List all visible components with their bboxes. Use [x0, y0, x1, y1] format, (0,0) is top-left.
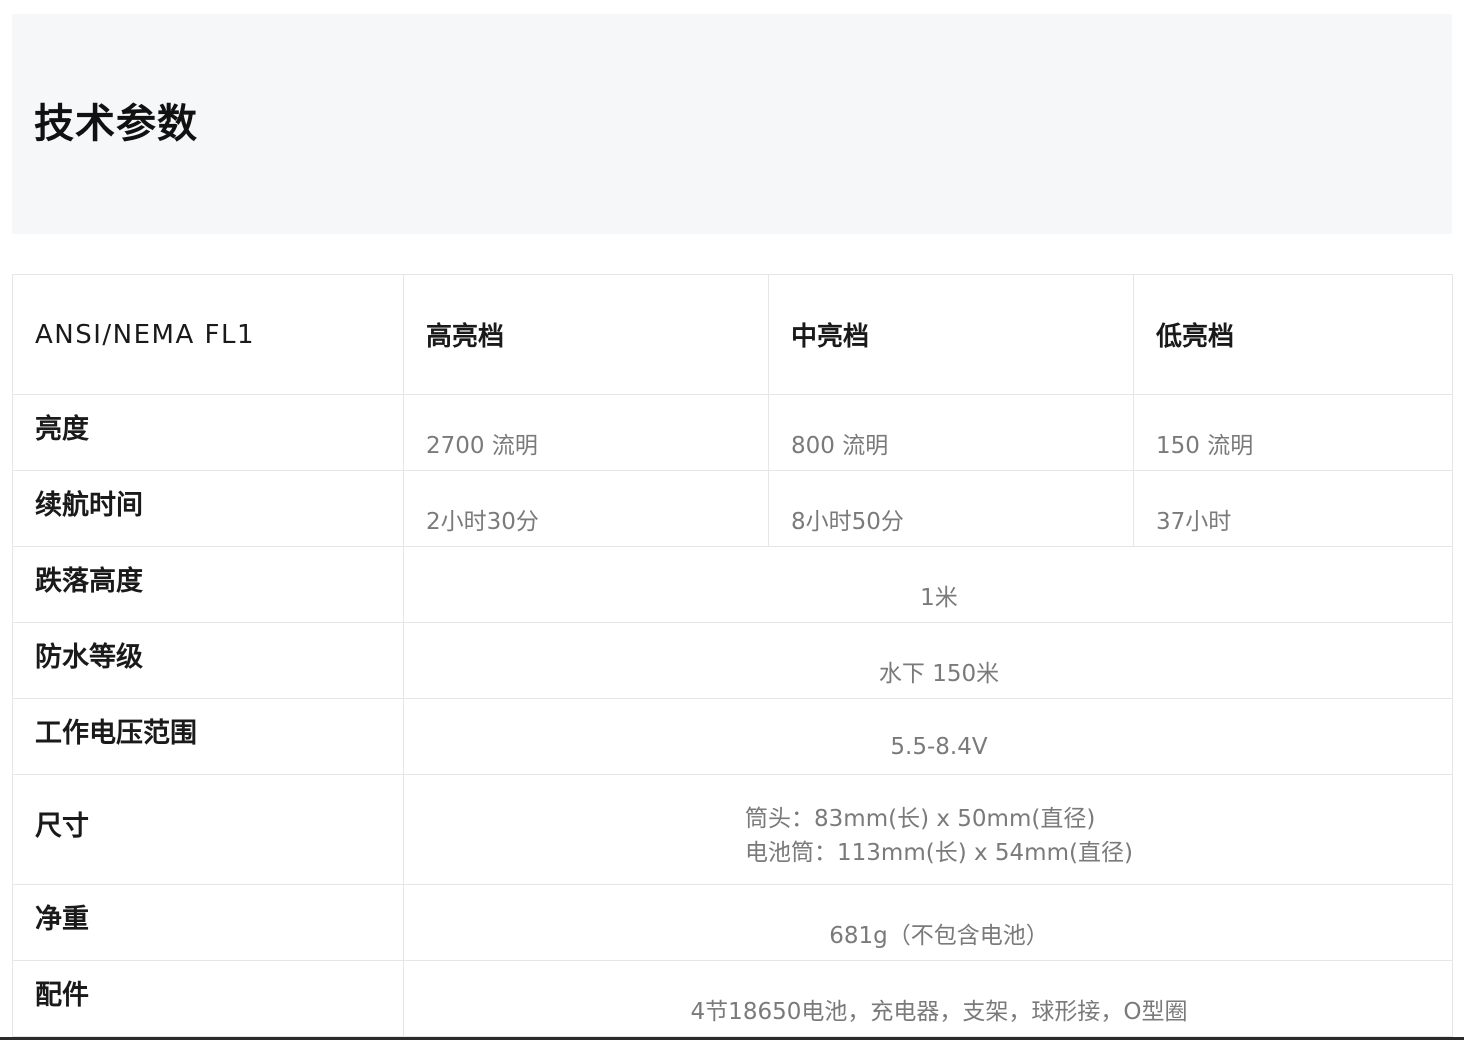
runtime-mid-cell: 8小时50分 — [768, 470, 1134, 547]
runtime-low-value: 37小时 — [1156, 508, 1232, 535]
header-high-mode: 高亮档 — [403, 274, 769, 395]
row-label: 尺寸 — [12, 774, 404, 885]
row-label: 跌落高度 — [12, 546, 404, 623]
section-title: 技术参数 — [34, 101, 198, 147]
waterproof-value: 水下 150米 — [878, 660, 1000, 687]
table-row-weight: 净重 681g（不包含电池） — [12, 884, 1453, 961]
row-label: 续航时间 — [12, 470, 404, 547]
accessories-label: 配件 — [35, 980, 89, 1011]
accessories-value-cell: 4节18650电池，充电器，支架，球形接，O型圈 — [403, 960, 1453, 1037]
brightness-low-value: 150 流明 — [1156, 432, 1254, 459]
drop-value-cell: 1米 — [403, 546, 1453, 623]
runtime-high-cell: 2小时30分 — [403, 470, 769, 547]
row-label: 净重 — [12, 884, 404, 961]
brightness-mid-cell: 800 流明 — [768, 394, 1134, 471]
spec-table: ANSI/NEMA FL1 高亮档 中亮档 低亮档 亮度 2700 流明 800… — [12, 274, 1453, 1037]
brightness-high-value: 2700 流明 — [426, 432, 538, 459]
table-row-runtime: 续航时间 2小时30分 8小时50分 37小时 — [12, 470, 1453, 547]
header-low-mode: 低亮档 — [1133, 274, 1453, 395]
runtime-mid-value: 8小时50分 — [791, 508, 904, 535]
runtime-low-cell: 37小时 — [1133, 470, 1453, 547]
voltage-label: 工作电压范围 — [35, 718, 197, 749]
table-row-accessories: 配件 4节18650电池，充电器，支架，球形接，O型圈 — [12, 960, 1453, 1037]
row-label: 配件 — [12, 960, 404, 1037]
row-label: 亮度 — [12, 394, 404, 471]
weight-label: 净重 — [35, 904, 89, 935]
weight-value-cell: 681g（不包含电池） — [403, 884, 1453, 961]
table-row-drop-height: 跌落高度 1米 — [12, 546, 1453, 623]
runtime-label: 续航时间 — [35, 490, 143, 521]
section-header: 技术参数 — [12, 14, 1452, 234]
header-standard: ANSI/NEMA FL1 — [12, 274, 404, 395]
runtime-high-value: 2小时30分 — [426, 508, 539, 535]
table-header-row: ANSI/NEMA FL1 高亮档 中亮档 低亮档 — [12, 274, 1453, 395]
waterproof-value-cell: 水下 150米 — [403, 622, 1453, 699]
voltage-value-cell: 5.5-8.4V — [403, 698, 1453, 775]
size-value-cell: 筒头：83mm(长) x 50mm(直径) 电池筒：113mm(长) x 54m… — [403, 774, 1453, 885]
row-label: 工作电压范围 — [12, 698, 404, 775]
accessories-value: 4节18650电池，充电器，支架，球形接，O型圈 — [690, 998, 1188, 1025]
table-row-voltage: 工作电压范围 5.5-8.4V — [12, 698, 1453, 775]
page: 技术参数 ANSI/NEMA FL1 高亮档 中亮档 低亮档 亮度 2700 流… — [0, 0, 1464, 1040]
table-row-size: 尺寸 筒头：83mm(长) x 50mm(直径) 电池筒：113mm(长) x … — [12, 774, 1453, 885]
row-label: 防水等级 — [12, 622, 404, 699]
weight-value: 681g（不包含电池） — [829, 922, 1049, 949]
size-head-dimension: 筒头：83mm(长) x 50mm(直径) — [745, 805, 1096, 832]
table-row-waterproof: 防水等级 水下 150米 — [12, 622, 1453, 699]
drop-label: 跌落高度 — [35, 566, 143, 597]
table-row-brightness: 亮度 2700 流明 800 流明 150 流明 — [12, 394, 1453, 471]
brightness-label: 亮度 — [35, 414, 89, 445]
size-battery-dimension: 电池筒：113mm(长) x 54mm(直径) — [745, 839, 1133, 866]
size-label: 尺寸 — [35, 811, 89, 842]
header-mid-mode: 中亮档 — [768, 274, 1134, 395]
voltage-value: 5.5-8.4V — [890, 733, 988, 760]
brightness-low-cell: 150 流明 — [1133, 394, 1453, 471]
drop-value: 1米 — [920, 584, 958, 611]
brightness-mid-value: 800 流明 — [791, 432, 889, 459]
size-value-block: 筒头：83mm(长) x 50mm(直径) 电池筒：113mm(长) x 54m… — [745, 802, 1133, 870]
waterproof-label: 防水等级 — [35, 642, 143, 673]
brightness-high-cell: 2700 流明 — [403, 394, 769, 471]
